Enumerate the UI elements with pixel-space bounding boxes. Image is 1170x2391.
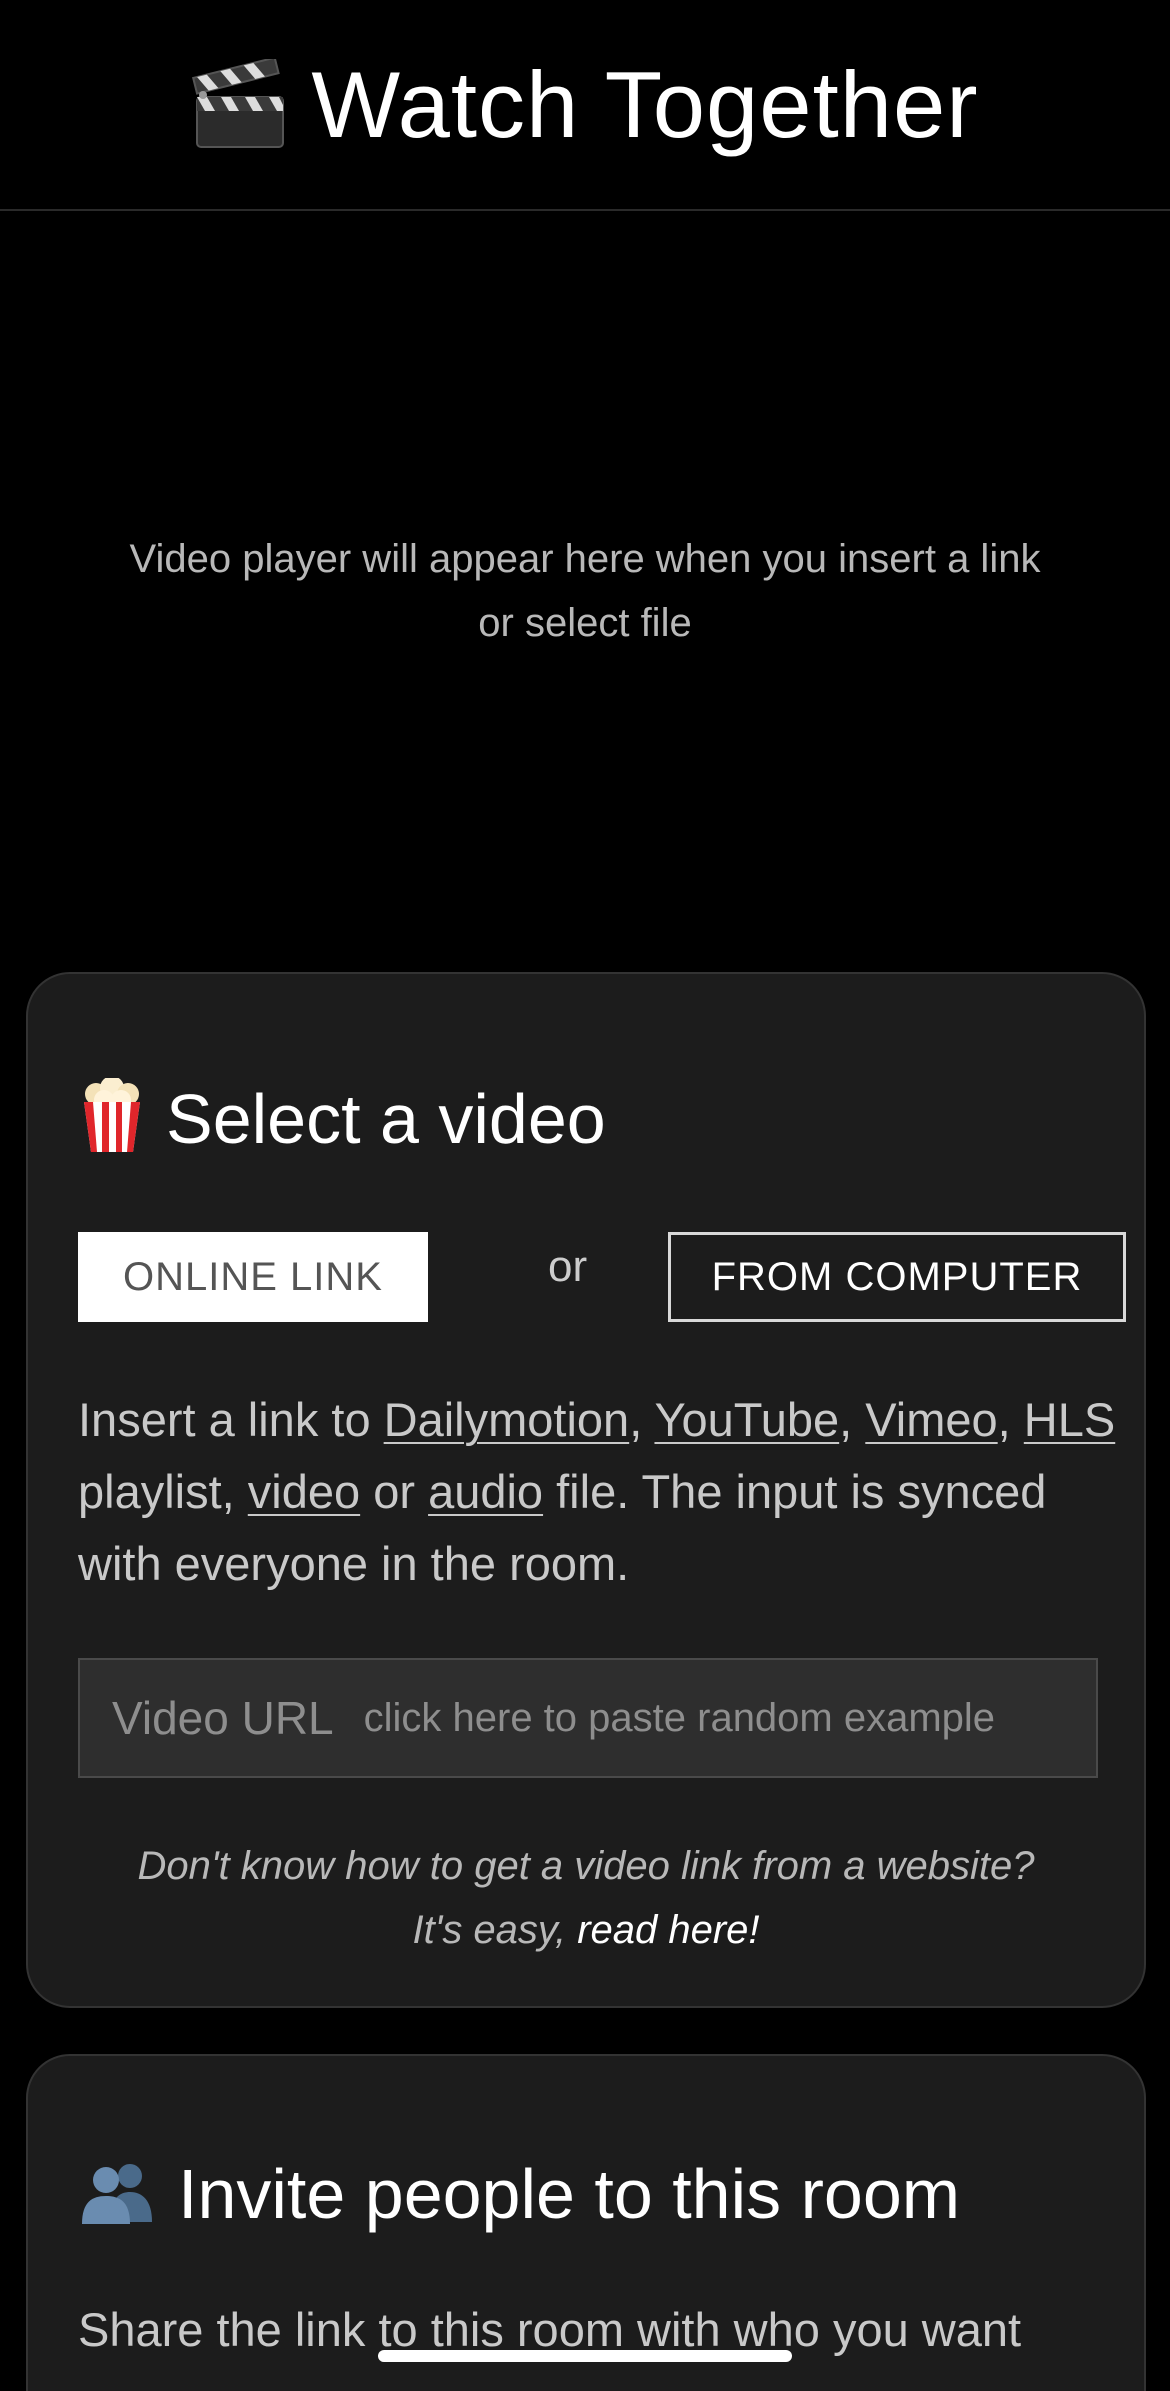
desc-text: playlist, (78, 1465, 248, 1518)
desc-sep: , (839, 1393, 866, 1446)
popcorn-icon (80, 1076, 144, 1159)
desc-text: or (360, 1465, 429, 1518)
help-line-2: It's easy, read here! (28, 1898, 1144, 1962)
select-video-card: Select a video ONLINE LINK or FROM COMPU… (26, 972, 1146, 2008)
video-url-label: Video URL (112, 1692, 334, 1744)
help-line-1: Don't know how to get a video link from … (137, 1844, 1035, 1888)
invite-title: Invite people to this room (178, 2155, 961, 2233)
help-text: Don't know how to get a video link from … (28, 1834, 1144, 1962)
desc-sep: , (997, 1393, 1024, 1446)
video-url-field[interactable]: Video URL (78, 1658, 1098, 1778)
select-video-title: Select a video (166, 1079, 606, 1158)
online-link-description: Insert a link to Dailymotion, YouTube, V… (78, 1384, 1118, 1600)
dailymotion-link[interactable]: Dailymotion (384, 1393, 630, 1446)
clapperboard-icon (191, 55, 287, 151)
desc-sep: , (629, 1393, 655, 1446)
video-url-input[interactable] (361, 1694, 1096, 1742)
player-placeholder-text: Video player will appear here when you i… (129, 537, 1041, 645)
online-link-tab[interactable]: ONLINE LINK (78, 1232, 428, 1322)
hls-link[interactable]: HLS (1024, 1393, 1115, 1446)
invite-card: Invite people to this room Share the lin… (26, 2054, 1146, 2391)
video-player-placeholder: Video player will appear here when you i… (0, 211, 1170, 971)
read-here-link[interactable]: read here! (577, 1908, 759, 1952)
tabs-separator: or (548, 1242, 588, 1291)
audio-file-link[interactable]: audio (428, 1465, 543, 1518)
invite-description: Share the link to this room with who you… (78, 2303, 1022, 2356)
people-icon (80, 2160, 156, 2229)
youtube-link[interactable]: YouTube (654, 1393, 839, 1446)
home-indicator (378, 2350, 792, 2362)
desc-prefix: Insert a link to (78, 1393, 384, 1446)
source-tabs: ONLINE LINK or FROM COMPUTER (78, 1232, 1126, 1322)
invite-heading: Invite people to this room (80, 2154, 960, 2234)
select-video-heading: Select a video (80, 1076, 606, 1159)
help-prefix: It's easy, (412, 1908, 578, 1952)
vimeo-link[interactable]: Vimeo (865, 1393, 997, 1446)
header: Watch Together (0, 0, 1170, 211)
app-title: Watch Together (311, 51, 979, 157)
video-file-link[interactable]: video (248, 1465, 360, 1518)
app: Watch Together Video player will appear … (0, 0, 1170, 2391)
from-computer-tab[interactable]: FROM COMPUTER (668, 1232, 1126, 1322)
